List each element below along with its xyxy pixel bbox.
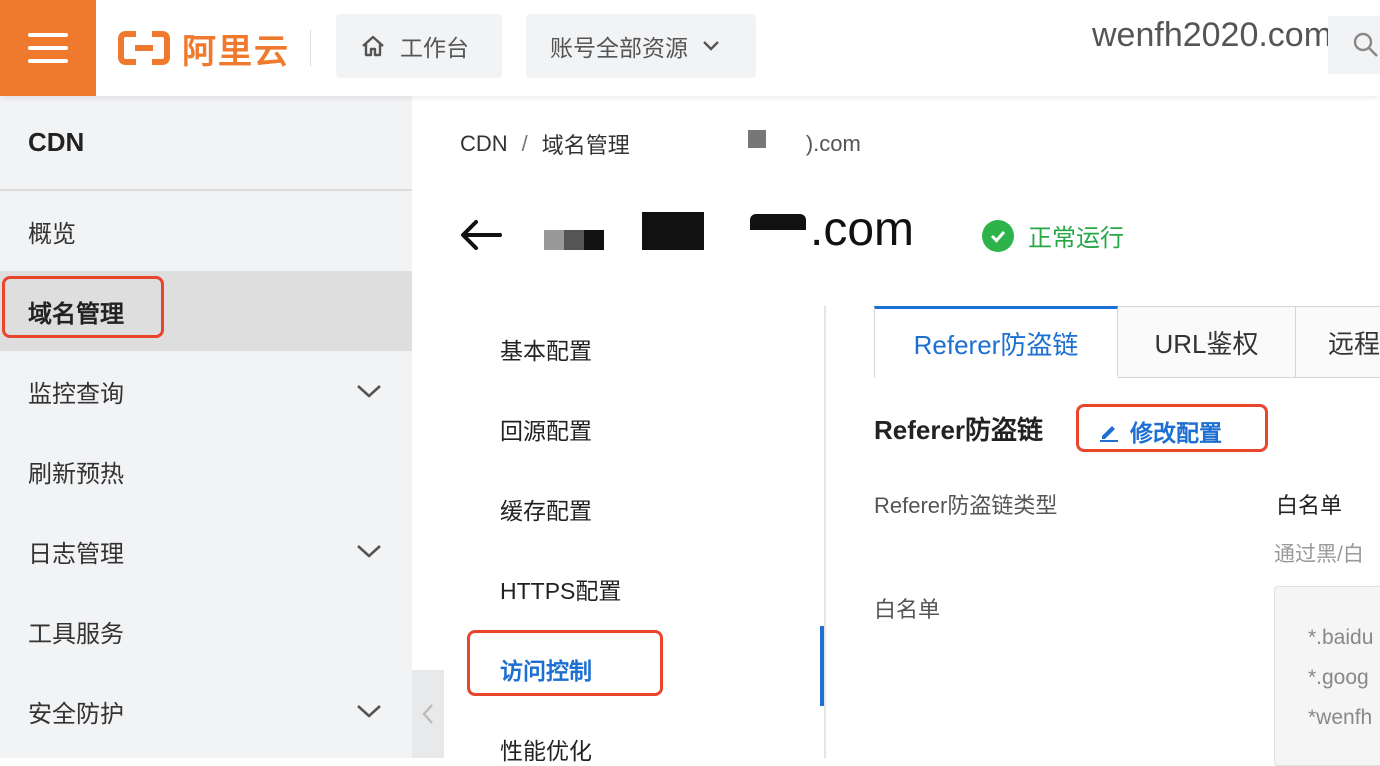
tab-referer[interactable]: Referer防盗链 xyxy=(874,306,1118,378)
config-subnav: 基本配置 回源配置 缓存配置 HTTPS配置 访问控制 性能优化 xyxy=(470,306,826,764)
edit-config-button[interactable]: 修改配置 xyxy=(1098,414,1222,448)
top-bar: 阿里云 工作台 账号全部资源 wenfh2020.com xyxy=(0,0,1380,96)
breadcrumb-domain-management[interactable]: 域名管理 xyxy=(542,128,630,160)
status-text: 正常运行 xyxy=(1028,225,1124,252)
sidebar-item-label: 工具服务 xyxy=(28,620,124,648)
chevron-left-icon xyxy=(422,704,433,724)
chevron-down-icon xyxy=(357,545,381,558)
aliyun-logo-icon xyxy=(118,31,170,65)
sidebar-item-label: 刷新预热 xyxy=(28,460,124,488)
account-resources-label: 账号全部资源 xyxy=(550,35,688,61)
sidebar-item-overview[interactable]: 概览 xyxy=(0,191,412,271)
back-arrow-icon[interactable] xyxy=(456,210,506,260)
collapse-sidebar-button[interactable] xyxy=(412,670,444,758)
tab-url-auth[interactable]: URL鉴权 xyxy=(1118,306,1296,378)
aliyun-logo[interactable]: 阿里云 xyxy=(118,26,290,71)
redacted-block xyxy=(642,212,704,250)
active-indicator xyxy=(820,626,824,706)
chevron-down-icon xyxy=(357,705,381,718)
redacted-block xyxy=(750,214,806,230)
menu-icon[interactable] xyxy=(0,0,96,96)
subnav-origin-config[interactable]: 回源配置 xyxy=(500,412,592,446)
whitelist-entry: *.goog xyxy=(1308,666,1369,689)
divider xyxy=(310,30,311,66)
whitelist-label: 白名单 xyxy=(874,597,941,622)
search-icon xyxy=(1353,32,1378,57)
tab-bar: Referer防盗链 URL鉴权 远程 xyxy=(874,306,1380,378)
sidebar-item-label: 域名管理 xyxy=(28,300,124,328)
account-name[interactable]: wenfh2020.com xyxy=(1092,16,1332,55)
subnav-cache-config[interactable]: 缓存配置 xyxy=(500,492,592,526)
sidebar-item-label: 监控查询 xyxy=(28,380,124,408)
chevron-down-icon xyxy=(703,41,719,51)
whitelist-entry: *wenfh xyxy=(1308,706,1373,729)
redacted-block xyxy=(544,230,564,250)
status-badge: 正常运行 xyxy=(982,218,1124,253)
breadcrumb-separator: / xyxy=(521,131,528,156)
account-resources-dropdown[interactable]: 账号全部资源 xyxy=(526,14,756,78)
section-title: Referer防盗链 xyxy=(874,415,1044,445)
domain-suffix: .com xyxy=(810,203,915,256)
edit-config-label: 修改配置 xyxy=(1130,420,1222,446)
sidebar-item-security[interactable]: 安全防护 xyxy=(0,671,412,751)
sidebar-item-monitoring[interactable]: 监控查询 xyxy=(0,351,412,431)
sidebar-item-label: 概览 xyxy=(28,220,76,248)
check-circle-icon xyxy=(982,219,1014,252)
sidebar-item-tools[interactable]: 工具服务 xyxy=(0,591,412,671)
sidebar-item-label: 日志管理 xyxy=(28,540,124,568)
tab-remote[interactable]: 远程 xyxy=(1296,306,1380,378)
sidebar-item-logs[interactable]: 日志管理 xyxy=(0,511,412,591)
referer-type-label: Referer防盗链类型 xyxy=(874,493,1058,518)
workbench-button[interactable]: 工作台 xyxy=(336,14,502,78)
subnav-basic-config[interactable]: 基本配置 xyxy=(500,332,592,366)
breadcrumb-cdn[interactable]: CDN xyxy=(460,131,508,157)
pencil-icon xyxy=(1100,426,1118,442)
subnav-https-config[interactable]: HTTPS配置 xyxy=(500,572,621,606)
brand-name: 阿里云 xyxy=(182,32,290,71)
sidebar-item-label: 安全防护 xyxy=(28,700,124,728)
subnav-performance[interactable]: 性能优化 xyxy=(500,732,592,766)
referer-type-hint: 通过黑/白 xyxy=(1274,543,1364,566)
chevron-down-icon xyxy=(357,385,381,398)
breadcrumb: CDN / 域名管理 ).com xyxy=(460,128,861,160)
breadcrumb-current: ).com xyxy=(805,131,861,156)
whitelist-entry: *.baidu xyxy=(1308,626,1374,649)
redacted-block xyxy=(584,230,604,250)
page-header xyxy=(456,200,506,270)
search-button[interactable] xyxy=(1328,16,1380,74)
sidebar-title: CDN xyxy=(0,96,412,191)
subnav-access-control[interactable]: 访问控制 xyxy=(500,652,592,686)
home-icon xyxy=(362,35,384,57)
workbench-label: 工作台 xyxy=(400,35,469,61)
sidebar-item-domain-management[interactable]: 域名管理 xyxy=(0,271,412,351)
sidebar-item-refresh-preload[interactable]: 刷新预热 xyxy=(0,431,412,511)
sidebar: CDN 概览 域名管理 监控查询 刷新预热 日志管理 工具服务 安全防护 xyxy=(0,96,412,758)
referer-type-value: 白名单 xyxy=(1276,493,1343,518)
redacted-block xyxy=(564,230,584,250)
